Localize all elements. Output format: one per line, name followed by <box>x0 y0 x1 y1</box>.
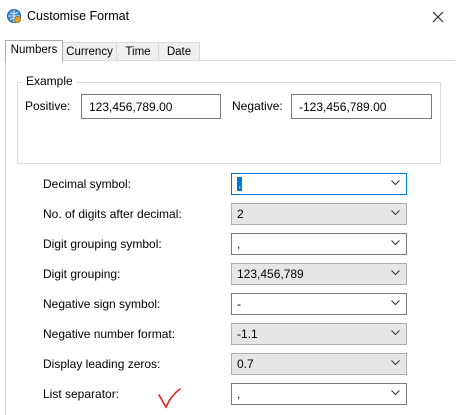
chevron-down-icon <box>391 180 400 186</box>
digit-grouping-symbol-dropdown[interactable]: , <box>231 233 407 255</box>
chevron-down-icon <box>391 270 400 276</box>
tab-date[interactable]: Date <box>158 42 200 61</box>
negative-sign-symbol-dropdown[interactable]: - <box>231 293 407 315</box>
negative-number-format-label: Negative number format: <box>43 327 176 341</box>
chevron-down-icon <box>391 300 400 306</box>
display-leading-zeros-dropdown[interactable]: 0.7 <box>231 353 407 375</box>
dropdown-value: - <box>237 297 241 311</box>
chevron-down-icon <box>391 210 400 216</box>
positive-example-field: 123,456,789.00 <box>81 94 221 119</box>
negative-example-field: -123,456,789.00 <box>291 94 432 119</box>
dropdown-value: 123,456,789 <box>237 267 304 281</box>
digit-grouping-symbol-label: Digit grouping symbol: <box>43 237 162 251</box>
title-bar: Customise Format <box>0 0 456 34</box>
tab-numbers[interactable]: Numbers <box>5 40 63 62</box>
digit-grouping-dropdown[interactable]: 123,456,789 <box>231 263 407 285</box>
close-icon[interactable] <box>426 6 450 28</box>
red-checkmark-icon <box>158 388 181 409</box>
tab-currency[interactable]: Currency <box>61 42 118 61</box>
example-legend: Example <box>23 74 76 88</box>
chevron-down-icon <box>391 360 400 366</box>
globe-settings-icon <box>7 9 21 23</box>
list-separator-label: List separator: <box>43 387 120 401</box>
display-leading-zeros-label: Display leading zeros: <box>43 357 161 371</box>
chevron-down-icon <box>391 330 400 336</box>
dropdown-value: 0.7 <box>237 357 254 371</box>
dropdown-value: , <box>237 387 241 401</box>
dropdown-value: -1.1 <box>237 327 258 341</box>
decimal-symbol-dropdown[interactable]: . <box>231 173 407 195</box>
digit-grouping-label: Digit grouping: <box>43 267 121 281</box>
chevron-down-icon <box>391 390 400 396</box>
dropdown-value: . <box>237 177 243 191</box>
digits-after-decimal-label: No. of digits after decimal: <box>43 207 182 221</box>
positive-label: Positive: <box>25 99 71 113</box>
chevron-down-icon <box>391 240 400 246</box>
dropdown-value: , <box>237 237 241 251</box>
list-separator-dropdown[interactable]: , <box>231 383 407 405</box>
digits-after-decimal-dropdown[interactable]: 2 <box>231 203 407 225</box>
negative-label: Negative: <box>232 99 283 113</box>
tab-time[interactable]: Time <box>116 42 160 61</box>
window-title: Customise Format <box>27 9 130 23</box>
decimal-symbol-label: Decimal symbol: <box>43 177 132 191</box>
dropdown-value: 2 <box>237 207 244 221</box>
negative-sign-symbol-label: Negative sign symbol: <box>43 297 161 311</box>
negative-number-format-dropdown[interactable]: -1.1 <box>231 323 407 345</box>
